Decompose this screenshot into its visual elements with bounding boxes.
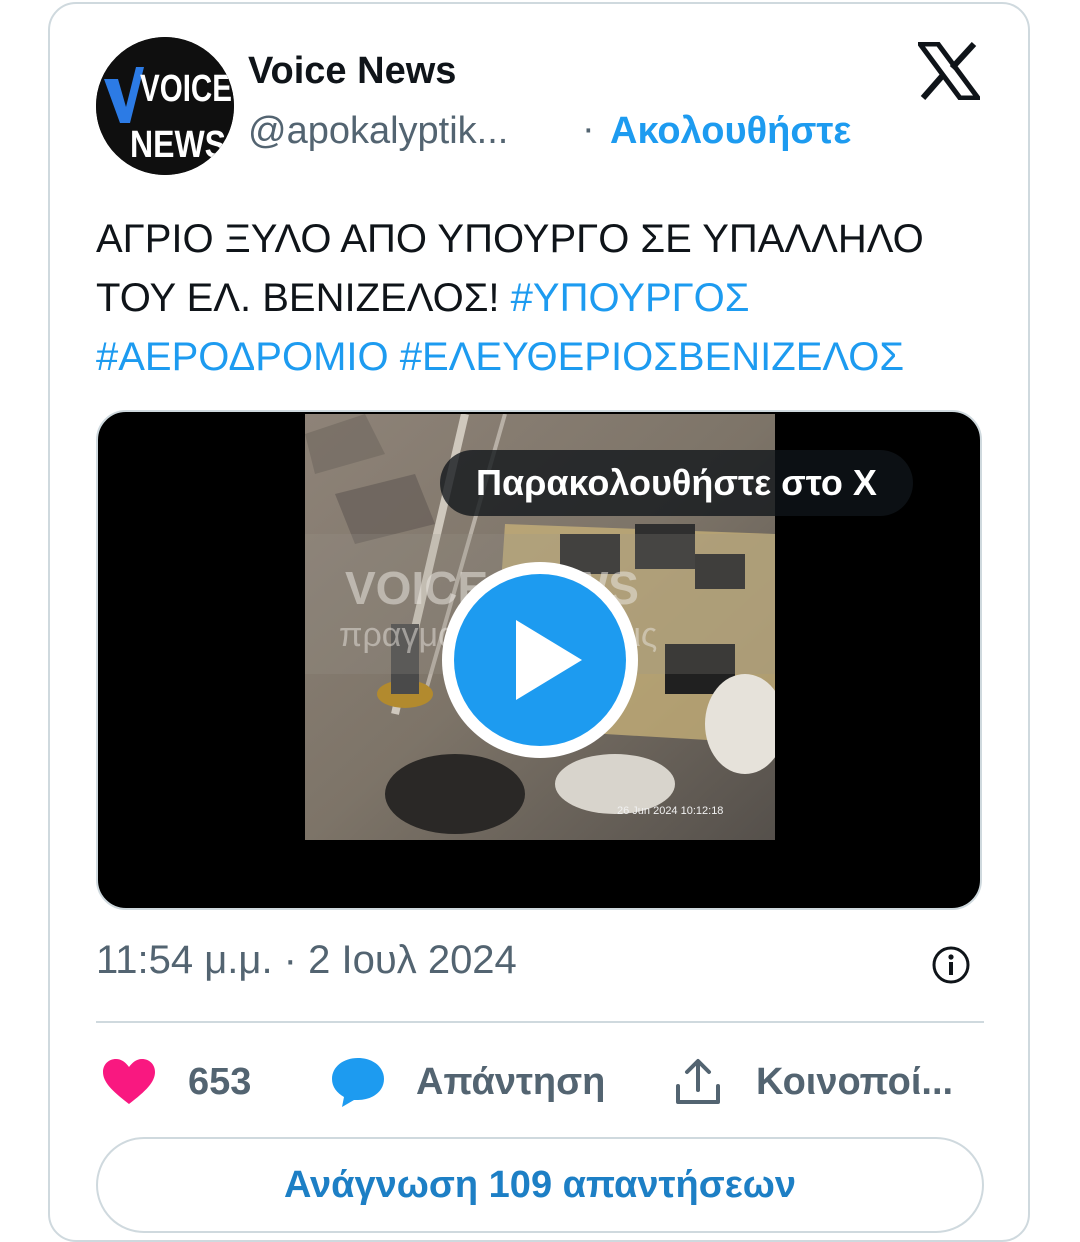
info-icon[interactable] [931,945,971,985]
author-handle[interactable]: @apokalyptik... [248,110,558,153]
hashtag-link[interactable]: #ΥΠΟΥΡΓΟΣ [511,276,750,320]
share-button[interactable]: Κοινοποί... [674,1050,953,1114]
watch-on-x-button[interactable]: Παρακολουθήστε στο X [440,450,913,516]
handle-separator: · [582,108,595,150]
share-icon [676,1059,720,1104]
reply-bubble-icon [332,1058,384,1107]
heart-icon [103,1059,155,1104]
read-replies-button[interactable]: Ανάγνωση 109 απαντήσεων [96,1137,984,1233]
like-count: 653 [188,1060,252,1103]
reply-label: Απάντηση [416,1060,606,1103]
follow-button[interactable]: Ακολουθήστε [610,110,851,153]
avatar[interactable]: VOICE NEWS [96,37,234,175]
hashtag-link[interactable]: #ΑΕΡΟΔΡΟΜΙΟ [96,335,389,379]
tweet-timestamp[interactable]: 11:54 μ.μ. · 2 Ιουλ 2024 [96,938,517,983]
tweet-text: ΑΓΡΙΟ ΞΥΛΟ ΑΠΟ ΥΠΟΥΡΓΟ ΣΕ ΥΠΑΛΛΗΛΟ ΤΟΥ Ε… [96,210,976,387]
like-button[interactable]: 653 [102,1050,251,1114]
divider [96,1021,984,1023]
reply-button[interactable]: Απάντηση [330,1050,605,1114]
share-label: Κοινοποί... [756,1060,954,1103]
hashtag-link[interactable]: #ΕΛΕΥΘΕΡΙΟΣΒΕΝΙΖΕΛΟΣ [400,335,904,379]
x-logo-icon[interactable] [915,41,983,101]
play-button[interactable] [442,562,638,758]
play-icon [516,620,582,700]
avatar-text-top: VOICE [140,68,232,110]
author-name[interactable]: Voice News [248,50,456,93]
video-player[interactable]: VOICE NEWS πραγματικές ειδήσεις 26 Jun 2… [96,410,982,910]
video-datestamp: 26 Jun 2024 10:12:18 [617,805,723,817]
